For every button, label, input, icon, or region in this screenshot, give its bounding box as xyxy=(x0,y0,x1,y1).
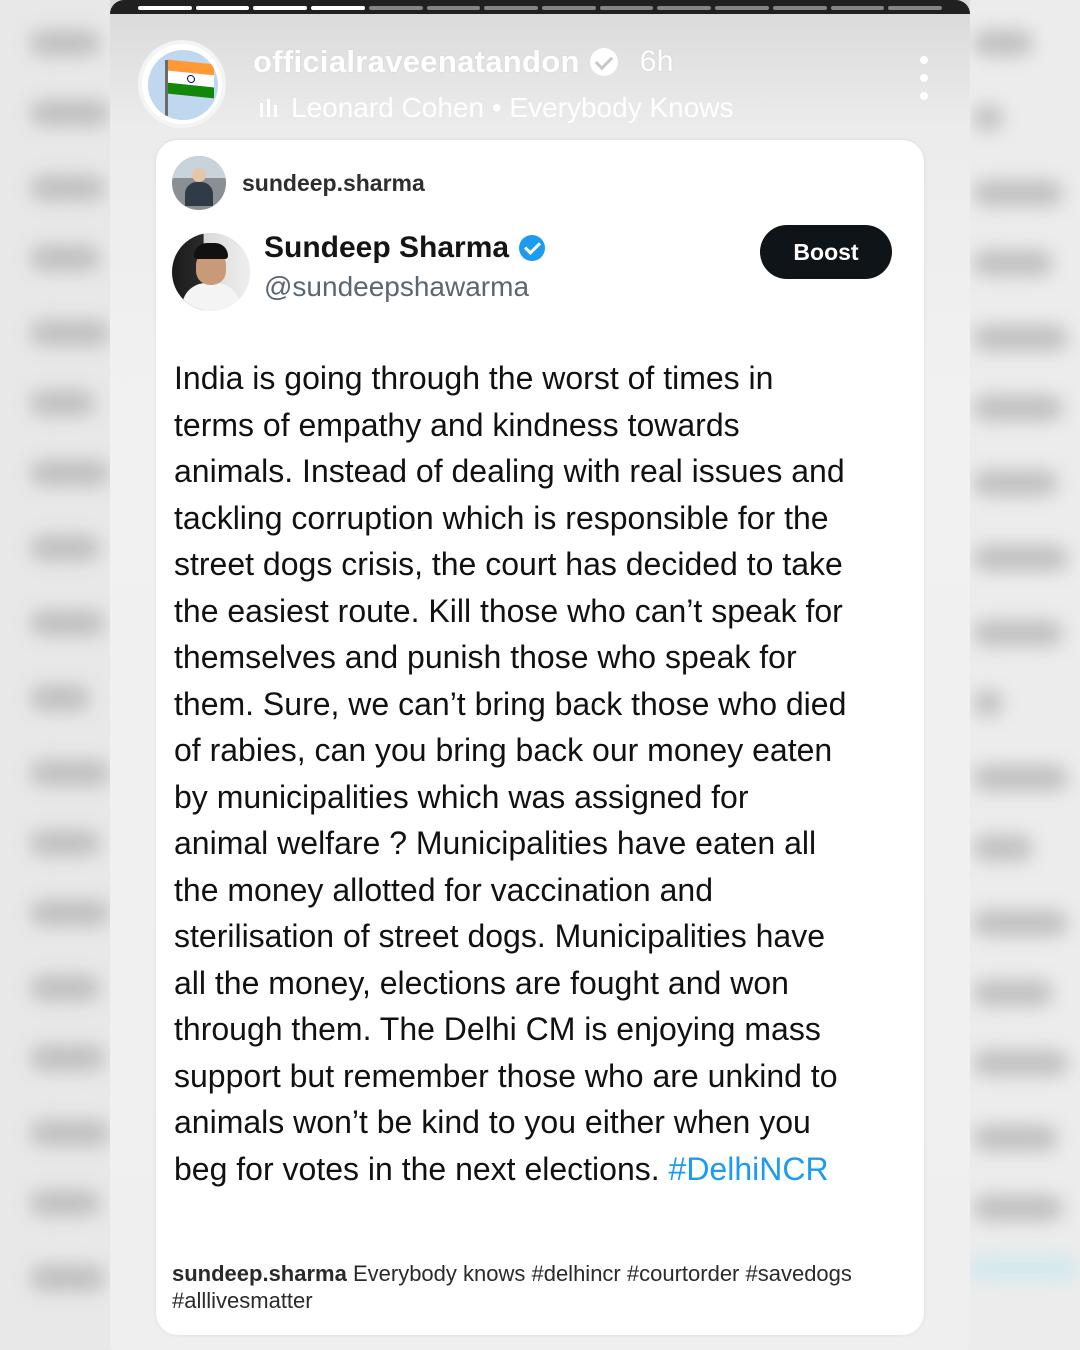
tweet-line: by municipalities which was assigned for xyxy=(174,778,749,815)
tweet-line: India is going through the worst of time… xyxy=(174,360,774,396)
tweet-line: them. Sure, we can’t bring back those wh… xyxy=(174,685,847,722)
tweet-line: support but remember those who are unkin… xyxy=(174,1057,838,1094)
tweet-line: sterilisation of street dogs. Municipali… xyxy=(174,918,825,954)
tweet-author-name-row: Sundeep Sharma xyxy=(264,231,546,265)
tweet-line: through them. The Delhi CM is enjoying m… xyxy=(174,1011,821,1047)
progress-segment xyxy=(599,6,654,10)
tweet-line: tackling corruption which is responsible… xyxy=(174,499,829,536)
tweet-author-avatar xyxy=(172,233,250,311)
tweet-body: India is going through the worst of time… xyxy=(174,355,914,1192)
progress-segment xyxy=(484,6,539,10)
verified-badge-icon xyxy=(589,48,618,76)
progress-segment xyxy=(830,6,885,10)
tweet-line: the easiest route. Kill those who can’t … xyxy=(174,592,843,629)
post-caption: sundeep.sharma Everybody knows #delhincr… xyxy=(172,1260,892,1314)
progress-segment xyxy=(888,6,943,10)
tweet-line: themselves and punish those who speak fo… xyxy=(174,639,797,675)
tweet-line: beg for votes in the next elections. #De… xyxy=(174,1150,829,1187)
progress-segment xyxy=(657,6,712,10)
tweet-line: all the money, elections are fought and … xyxy=(174,964,789,1001)
post-author-header: sundeep.sharma xyxy=(172,156,425,210)
caption-username[interactable]: sundeep.sharma xyxy=(172,1261,347,1286)
story-username[interactable]: officialraveenatandon xyxy=(253,44,580,80)
post-author-username[interactable]: sundeep.sharma xyxy=(242,170,425,197)
post-author-avatar[interactable] xyxy=(172,156,226,210)
progress-segment xyxy=(311,6,365,10)
tweet-author-name: Sundeep Sharma xyxy=(264,231,510,264)
progress-segment xyxy=(138,6,192,10)
progress-segment xyxy=(772,6,827,10)
progress-segment xyxy=(195,6,250,10)
more-options-icon[interactable] xyxy=(914,56,934,100)
story-viewer[interactable]: officialraveenatandon 6h Leonard Cohen •… xyxy=(110,0,970,1350)
story-music-attribution[interactable]: Leonard Cohen • Everybody Knows xyxy=(260,92,734,124)
story-username-row: officialraveenatandon 6h xyxy=(253,44,674,80)
tweet-line: of rabies, can you bring back our money … xyxy=(174,732,833,768)
shared-post-card[interactable]: sundeep.sharma Sundeep Sharma @sundeepsh… xyxy=(156,140,924,1335)
tweet-hashtag-link[interactable]: #DelhiNCR xyxy=(669,1151,829,1187)
tweet-line: the money allotted for vaccination and xyxy=(174,871,713,908)
verified-badge-icon xyxy=(519,235,546,261)
story-avatar[interactable] xyxy=(138,40,226,128)
music-label: Leonard Cohen • Everybody Knows xyxy=(291,92,734,123)
progress-segment xyxy=(253,6,308,10)
progress-segment xyxy=(715,6,769,10)
story-timestamp: 6h xyxy=(639,45,674,78)
tweet-line: animals won’t be kind to you either when… xyxy=(174,1104,811,1140)
tweet-line: animal welfare ? Municipalities have eat… xyxy=(174,825,817,861)
tweet-author-handle: @sundeepshawarma xyxy=(264,271,530,302)
progress-segment xyxy=(368,6,423,10)
india-flag-icon xyxy=(148,50,218,120)
tweet-line: street dogs crisis, the court has decide… xyxy=(174,546,843,582)
progress-segment xyxy=(426,6,481,10)
music-bars-icon xyxy=(260,99,277,117)
story-header: officialraveenatandon 6h Leonard Cohen •… xyxy=(138,40,948,130)
blurred-background-right xyxy=(968,0,1080,1350)
tweet-line: animals. Instead of dealing with real is… xyxy=(174,453,845,489)
progress-segment xyxy=(542,6,596,10)
boost-button[interactable]: Boost xyxy=(760,225,892,279)
story-progress-bar xyxy=(138,6,943,10)
blurred-background-left xyxy=(0,0,112,1350)
tweet-line: terms of empathy and kindness towards xyxy=(174,406,740,443)
